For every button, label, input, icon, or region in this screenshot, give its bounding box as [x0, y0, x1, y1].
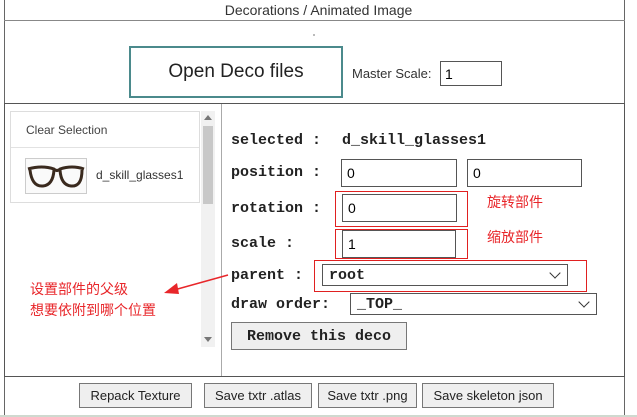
- open-deco-files-button[interactable]: Open Deco files: [129, 46, 343, 98]
- master-scale-label: Master Scale:: [352, 66, 432, 81]
- rotation-note: 旋转部件: [487, 194, 543, 210]
- title-divider: [4, 20, 625, 21]
- scroll-up-icon[interactable]: [204, 115, 212, 120]
- save-png-button[interactable]: Save txtr .png: [318, 383, 417, 408]
- draw-order-select[interactable]: _TOP_: [350, 293, 597, 315]
- parent-select-value: root: [329, 267, 366, 284]
- scale-note: 缩放部件: [487, 229, 543, 245]
- master-scale-input[interactable]: [440, 61, 502, 86]
- scrollbar-thumb[interactable]: [203, 126, 213, 204]
- draw-order-select-value: _TOP_: [357, 296, 403, 313]
- scale-input[interactable]: [342, 230, 456, 258]
- position-y-input[interactable]: [467, 159, 582, 187]
- rotation-input[interactable]: [342, 194, 457, 222]
- parent-note-line1: 设置部件的父级: [30, 281, 128, 297]
- remove-deco-button[interactable]: Remove this deco: [231, 322, 407, 350]
- rotation-label: rotation :: [231, 200, 322, 217]
- position-label: position :: [231, 164, 322, 181]
- selected-value: d_skill_glasses1: [342, 132, 487, 149]
- page-title: Decorations / Animated Image: [224, 2, 413, 18]
- chevron-down-icon: [578, 296, 590, 308]
- save-atlas-button[interactable]: Save txtr .atlas: [204, 383, 312, 408]
- chevron-down-icon: [549, 267, 561, 279]
- dot-marker: [313, 34, 315, 36]
- save-skeleton-button[interactable]: Save skeleton json: [422, 383, 554, 408]
- arrow-icon: [164, 274, 229, 294]
- clear-selection-button[interactable]: Clear Selection: [11, 112, 199, 148]
- scroll-down-icon[interactable]: [204, 337, 212, 342]
- panel-divider: [221, 104, 222, 376]
- parent-select[interactable]: root: [322, 264, 568, 286]
- glasses-icon: [25, 158, 87, 194]
- draw-order-label: draw order:: [231, 296, 331, 313]
- selected-label: selected :: [231, 132, 322, 149]
- repack-texture-button[interactable]: Repack Texture: [79, 383, 192, 408]
- scale-label: scale :: [231, 235, 295, 252]
- deco-list-item-name: d_skill_glasses1: [96, 168, 184, 182]
- parent-note-line2: 想要依附到哪个位置: [30, 302, 156, 318]
- position-x-input[interactable]: [341, 159, 457, 187]
- parent-label: parent :: [231, 267, 304, 284]
